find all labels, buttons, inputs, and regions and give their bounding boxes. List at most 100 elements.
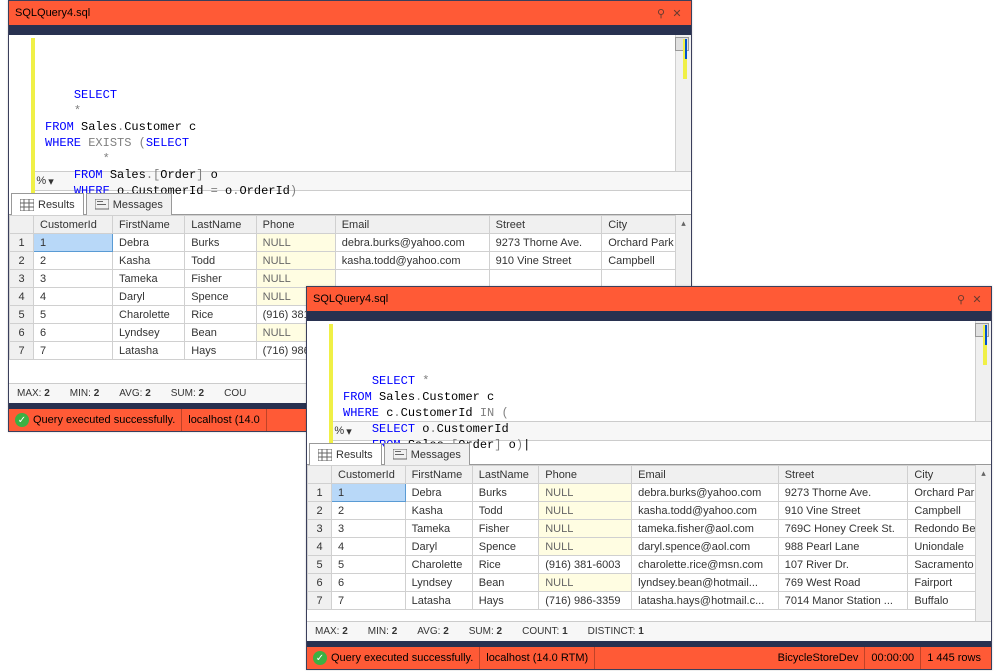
editor-scrollbar[interactable]	[975, 321, 991, 421]
tab-messages[interactable]: Messages	[86, 193, 172, 215]
tab-results[interactable]: Results	[309, 443, 382, 465]
grid-cell[interactable]: Hays	[185, 342, 256, 360]
grid-cell[interactable]: Bean	[185, 324, 256, 342]
results-grid[interactable]: CustomerIdFirstNameLastNamePhoneEmailStr…	[307, 465, 991, 610]
table-row[interactable]: 11DebraBurksNULLdebra.burks@yahoo.com927…	[308, 484, 991, 502]
row-header[interactable]: 1	[308, 484, 332, 502]
row-header[interactable]: 1	[10, 234, 34, 252]
grid-cell[interactable]: 1	[332, 484, 406, 502]
grid-cell[interactable]: Lyndsey	[113, 324, 185, 342]
grid-cell[interactable]: 7014 Manor Station ...	[778, 592, 908, 610]
row-header[interactable]: 4	[10, 288, 34, 306]
grid-cell[interactable]: Rice	[472, 556, 539, 574]
grid-cell[interactable]: Charolette	[113, 306, 185, 324]
table-row[interactable]: 22KashaToddNULLkasha.todd@yahoo.com910 V…	[10, 252, 691, 270]
grid-cell[interactable]: NULL	[539, 574, 632, 592]
column-header[interactable]: Street	[778, 466, 908, 484]
grid-cell[interactable]: Todd	[185, 252, 256, 270]
grid-cell[interactable]: debra.burks@yahoo.com	[335, 234, 489, 252]
pin-icon[interactable]: ⚲	[653, 5, 669, 21]
grid-cell[interactable]: Burks	[472, 484, 539, 502]
grid-cell[interactable]: 7	[34, 342, 113, 360]
close-icon[interactable]: ✕	[669, 5, 685, 21]
grid-cell[interactable]: 3	[34, 270, 113, 288]
row-header[interactable]: 5	[10, 306, 34, 324]
column-header[interactable]: Street	[489, 216, 602, 234]
grid-cell[interactable]: tameka.fisher@aol.com	[632, 520, 779, 538]
grid-cell[interactable]: Hays	[472, 592, 539, 610]
grid-cell[interactable]: NULL	[256, 270, 335, 288]
grid-cell[interactable]: Kasha	[405, 502, 472, 520]
grid-cell[interactable]: 5	[332, 556, 406, 574]
grid-cell[interactable]: 5	[34, 306, 113, 324]
grid-cell[interactable]: charolette.rice@msn.com	[632, 556, 779, 574]
grid-cell[interactable]: Tameka	[405, 520, 472, 538]
grid-cell[interactable]: 4	[332, 538, 406, 556]
grid-cell[interactable]: daryl.spence@aol.com	[632, 538, 779, 556]
grid-cell[interactable]	[335, 270, 489, 288]
grid-cell[interactable]: 769C Honey Creek St.	[778, 520, 908, 538]
grid-cell[interactable]: latasha.hays@hotmail.c...	[632, 592, 779, 610]
grid-cell[interactable]: 9273 Thorne Ave.	[778, 484, 908, 502]
grid-cell[interactable]: Fisher	[185, 270, 256, 288]
grid-cell[interactable]: NULL	[539, 520, 632, 538]
grid-cell[interactable]: Lyndsey	[405, 574, 472, 592]
tab-messages[interactable]: Messages	[384, 443, 470, 465]
table-row[interactable]: 22KashaToddNULLkasha.todd@yahoo.com910 V…	[308, 502, 991, 520]
grid-cell[interactable]	[489, 270, 602, 288]
grid-cell[interactable]: 2	[332, 502, 406, 520]
grid-cell[interactable]: 2	[34, 252, 113, 270]
row-header[interactable]: 3	[10, 270, 34, 288]
grid-cell[interactable]: Charolette	[405, 556, 472, 574]
grid-cell[interactable]: Daryl	[113, 288, 185, 306]
grid-cell[interactable]: 910 Vine Street	[778, 502, 908, 520]
grid-cell[interactable]: Debra	[113, 234, 185, 252]
grid-cell[interactable]: NULL	[256, 234, 335, 252]
column-header[interactable]: LastName	[185, 216, 256, 234]
grid-cell[interactable]: kasha.todd@yahoo.com	[632, 502, 779, 520]
column-header[interactable]: CustomerId	[332, 466, 406, 484]
grid-cell[interactable]: 910 Vine Street	[489, 252, 602, 270]
grid-cell[interactable]: Debra	[405, 484, 472, 502]
grid-cell[interactable]: 107 River Dr.	[778, 556, 908, 574]
grid-cell[interactable]: Daryl	[405, 538, 472, 556]
table-row[interactable]: 55CharoletteRice(916) 381-6003charolette…	[308, 556, 991, 574]
grid-cell[interactable]: 7	[332, 592, 406, 610]
scroll-up-icon[interactable]: ▴	[976, 465, 991, 481]
row-header[interactable]: 2	[308, 502, 332, 520]
grid-cell[interactable]: 6	[332, 574, 406, 592]
row-header[interactable]: 3	[308, 520, 332, 538]
column-header[interactable]: Email	[632, 466, 779, 484]
grid-cell[interactable]: Latasha	[113, 342, 185, 360]
grid-cell[interactable]: 6	[34, 324, 113, 342]
column-header[interactable]: Phone	[539, 466, 632, 484]
table-row[interactable]: 11DebraBurksNULLdebra.burks@yahoo.com927…	[10, 234, 691, 252]
titlebar[interactable]: SQLQuery4.sql ⚲ ✕	[307, 287, 991, 311]
row-header[interactable]: 2	[10, 252, 34, 270]
grid-cell[interactable]: Fisher	[472, 520, 539, 538]
table-row[interactable]: 77LatashaHays(716) 986-3359latasha.hays@…	[308, 592, 991, 610]
grid-cell[interactable]: lyndsey.bean@hotmail...	[632, 574, 779, 592]
grid-cell[interactable]: Todd	[472, 502, 539, 520]
grid-cell[interactable]: Bean	[472, 574, 539, 592]
column-header[interactable]: CustomerId	[34, 216, 113, 234]
row-header[interactable]: 6	[308, 574, 332, 592]
grid-cell[interactable]: debra.burks@yahoo.com	[632, 484, 779, 502]
sql-editor[interactable]: SELECT * FROM Sales.Customer c WHERE EXI…	[9, 35, 691, 171]
grid-cell[interactable]: Burks	[185, 234, 256, 252]
grid-cell[interactable]: (916) 381-6003	[539, 556, 632, 574]
titlebar[interactable]: SQLQuery4.sql ⚲ ✕	[9, 1, 691, 25]
scroll-up-icon[interactable]: ▴	[676, 215, 691, 231]
grid-cell[interactable]: Rice	[185, 306, 256, 324]
row-header[interactable]: 5	[308, 556, 332, 574]
row-header[interactable]: 6	[10, 324, 34, 342]
grid-cell[interactable]: 9273 Thorne Ave.	[489, 234, 602, 252]
column-header[interactable]: Phone	[256, 216, 335, 234]
close-icon[interactable]: ✕	[969, 291, 985, 307]
grid-cell[interactable]: Kasha	[113, 252, 185, 270]
grid-cell[interactable]: 3	[332, 520, 406, 538]
grid-cell[interactable]: Spence	[472, 538, 539, 556]
grid-cell[interactable]: NULL	[256, 252, 335, 270]
table-row[interactable]: 33TamekaFisherNULL	[10, 270, 691, 288]
grid-scrollbar[interactable]: ▴	[975, 465, 991, 621]
